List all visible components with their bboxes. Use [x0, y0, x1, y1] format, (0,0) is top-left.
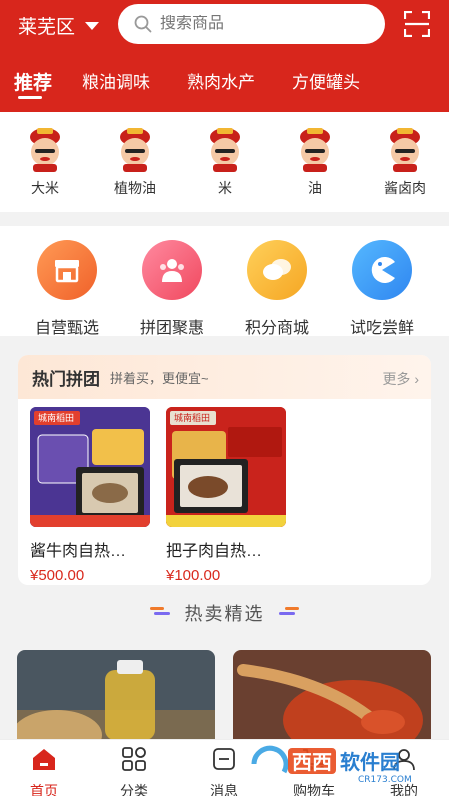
tab-home[interactable]: 首页 — [14, 746, 74, 796]
location-label: 莱芜区 — [18, 17, 76, 38]
tab-label: 消息 — [210, 783, 238, 796]
tab-messages[interactable]: 消息 — [194, 746, 254, 796]
feature-grid: 自营甄选 拼团聚惠 积分商城 试吃尝鲜 — [0, 226, 449, 338]
scan-icon[interactable] — [404, 11, 430, 37]
category-label: 油 — [308, 180, 322, 196]
group-buy-section: 热门拼团 拼着买，更便宜~ 更多 › 城南稻田 酱牛肉自热… ¥500.00 拼 — [18, 355, 431, 585]
chevron-down-icon — [85, 21, 100, 30]
feature-points-mall[interactable]: 积分商城 — [232, 240, 322, 338]
product-image: 城南稻田 — [30, 407, 150, 527]
category-label: 植物油 — [114, 180, 156, 196]
category-item[interactable]: 酱卤肉 — [370, 126, 440, 198]
feature-self-select[interactable]: 自营甄选 — [22, 240, 112, 338]
hot-sale-title: 热卖精选 — [184, 604, 265, 624]
mascot-icon — [383, 126, 427, 172]
svg-text:西西: 西西 — [292, 750, 332, 774]
search-input[interactable] — [160, 15, 360, 33]
category-label: 酱卤肉 — [384, 180, 426, 196]
tab-underline — [18, 96, 42, 99]
mascot-icon — [113, 126, 157, 172]
group-users-icon — [142, 240, 202, 300]
tab-recommend[interactable]: 推荐 — [14, 68, 52, 95]
chevron-right-icon: › — [414, 371, 419, 387]
category-grid: 大米 植物油 米 油 酱卤肉 — [0, 112, 449, 212]
svg-text:城南稻田: 城南稻田 — [174, 412, 210, 424]
tab-label: 首页 — [30, 783, 58, 796]
category-item[interactable]: 米 — [190, 126, 260, 198]
category-label: 大米 — [31, 180, 59, 196]
mascot-icon — [203, 126, 247, 172]
more-link[interactable]: 更多 › — [382, 369, 419, 389]
category-item[interactable]: 植物油 — [100, 126, 170, 198]
svg-text:CR173.COM: CR173.COM — [358, 775, 412, 785]
shop-icon — [37, 240, 97, 300]
product-image — [17, 650, 215, 750]
pacman-icon — [352, 240, 412, 300]
message-icon — [213, 748, 235, 770]
feature-label: 试吃尝鲜 — [349, 320, 414, 337]
search-icon — [134, 15, 152, 33]
more-label: 更多 — [382, 371, 411, 387]
group-buy-subtitle: 拼着买，更便宜~ — [110, 370, 209, 386]
group-product-card[interactable]: 城南稻田 把子肉自热… ¥100.00 拼 — [166, 407, 286, 584]
group-product-card[interactable]: 城南稻田 酱牛肉自热… ¥500.00 拼 — [30, 407, 150, 584]
product-name: 酱牛肉自热… — [30, 543, 127, 560]
feature-label: 拼团聚惠 — [139, 320, 204, 337]
header: 莱芜区 推荐 粮油调味 熟肉水产 方便罐头 — [0, 0, 449, 112]
category-item[interactable]: 油 — [280, 126, 350, 198]
decor-stripe-icon — [279, 607, 299, 615]
group-buy-header: 热门拼团 拼着买，更便宜~ — [18, 355, 431, 399]
feature-label: 自营甄选 — [34, 320, 99, 337]
tab-grain-oil[interactable]: 粮油调味 — [82, 68, 150, 93]
watermark-logo: 西西 软件园 CR173.COM — [251, 745, 412, 785]
product-image — [233, 650, 431, 750]
hot-product-card[interactable] — [17, 650, 215, 750]
product-price: ¥500.00 — [30, 567, 85, 584]
svg-text:软件园: 软件园 — [340, 750, 400, 774]
mascot-icon — [293, 126, 337, 172]
product-price: ¥100.00 — [166, 567, 221, 584]
search-bar[interactable] — [118, 4, 385, 44]
product-name: 把子肉自热… — [166, 543, 263, 560]
category-label: 米 — [218, 180, 232, 196]
product-image: 城南稻田 — [166, 407, 286, 527]
tab-canned[interactable]: 方便罐头 — [292, 68, 360, 93]
category-tabs: 推荐 粮油调味 熟肉水产 方便罐头 — [0, 62, 449, 102]
feature-label: 积分商城 — [244, 320, 309, 337]
location-selector[interactable]: 莱芜区 — [18, 12, 100, 39]
home-icon — [33, 749, 55, 770]
mascot-icon — [23, 126, 67, 172]
tab-category[interactable]: 分类 — [104, 746, 164, 796]
category-item[interactable]: 大米 — [10, 126, 80, 198]
group-buy-title: 热门拼团 — [32, 369, 100, 389]
feature-group-buy[interactable]: 拼团聚惠 — [127, 240, 217, 338]
coins-icon — [247, 240, 307, 300]
tab-meat-seafood[interactable]: 熟肉水产 — [187, 68, 255, 93]
hot-product-card[interactable] — [233, 650, 431, 750]
feature-trial[interactable]: 试吃尝鲜 — [337, 240, 427, 338]
grid-icon — [122, 747, 146, 771]
tab-label: 分类 — [120, 783, 148, 796]
svg-text:城南稻田: 城南稻田 — [38, 412, 74, 424]
